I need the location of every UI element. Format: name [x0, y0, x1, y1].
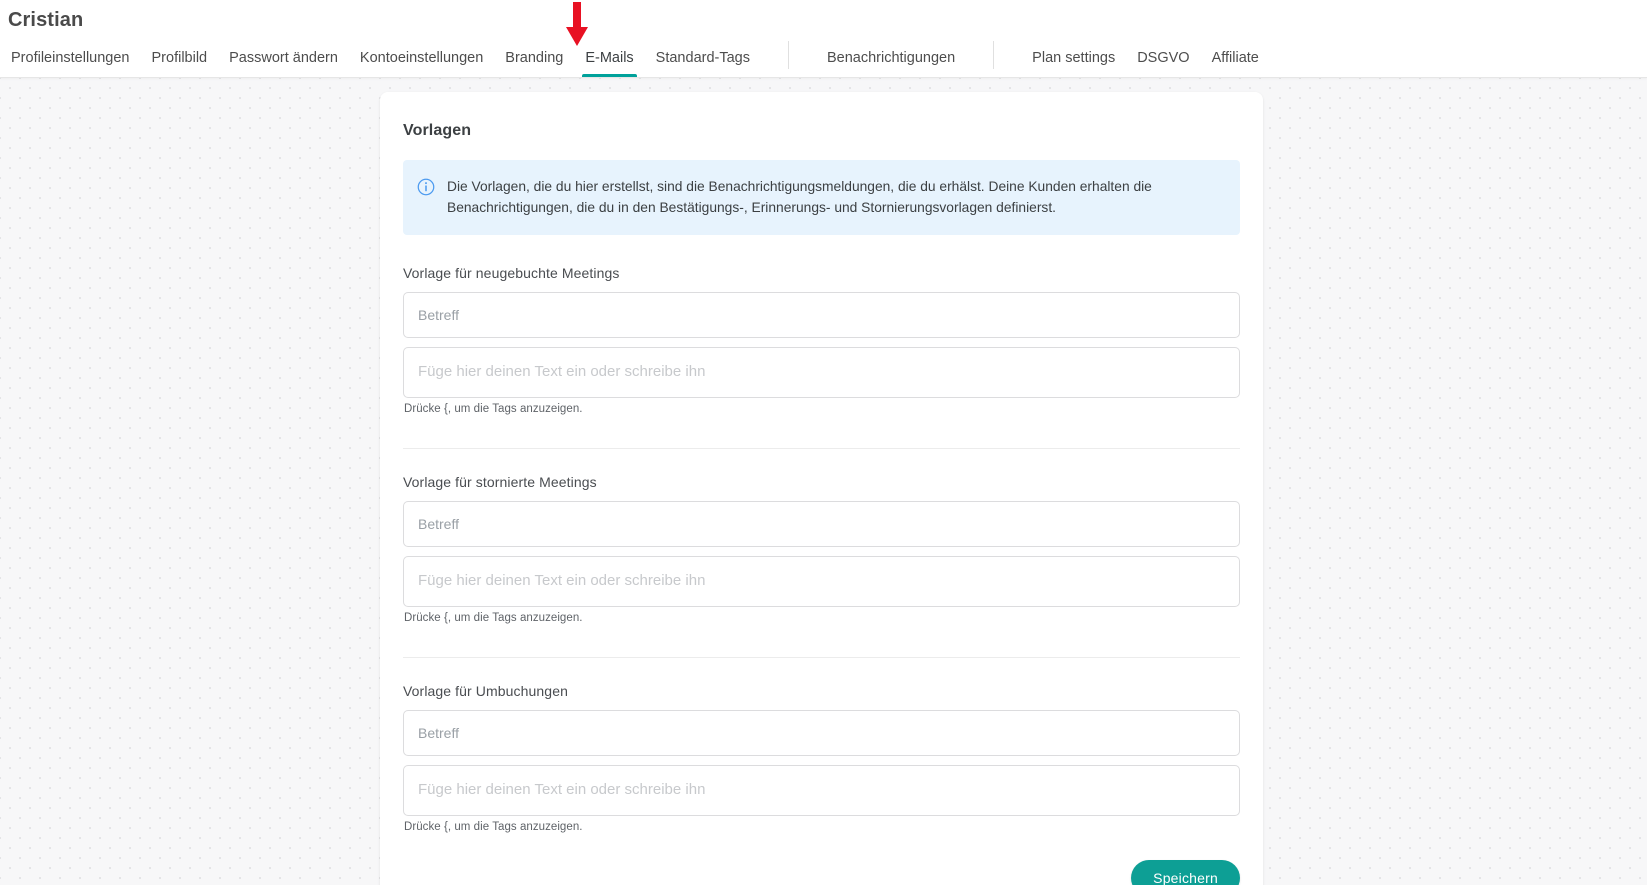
tab-emails[interactable]: E-Mails	[574, 50, 644, 77]
section-label: Vorlage für stornierte Meetings	[403, 474, 597, 490]
page-title: Cristian	[8, 9, 84, 31]
template-section-new-bookings: Vorlage für neugebuchte Meetings Drücke …	[403, 265, 1240, 449]
tab-profilbild[interactable]: Profilbild	[141, 50, 219, 77]
subject-input-new-bookings[interactable]	[403, 292, 1240, 338]
body-textarea-cancelled-meetings[interactable]	[403, 556, 1240, 607]
tab-label: Profileinstellungen	[11, 50, 130, 66]
templates-card: Vorlagen Die Vorlagen, die du hier erste…	[380, 92, 1263, 885]
subject-input-cancelled-meetings[interactable]	[403, 501, 1240, 547]
tab-label: Plan settings	[1032, 50, 1116, 66]
section-label: Vorlage für neugebuchte Meetings	[403, 265, 620, 281]
tags-hint: Drücke {, um die Tags anzuzeigen.	[404, 403, 583, 415]
tab-kontoeinstellungen[interactable]: Kontoeinstellungen	[349, 50, 494, 77]
body-textarea-new-bookings[interactable]	[403, 347, 1240, 398]
settings-tab-strip: Profileinstellungen Profilbild Passwort …	[0, 35, 1270, 77]
tab-affiliate[interactable]: Affiliate	[1201, 50, 1270, 77]
card-title: Vorlagen	[403, 122, 472, 139]
card-actions: Speichern	[403, 833, 1240, 885]
tab-passwort-aendern[interactable]: Passwort ändern	[218, 50, 349, 77]
body-textarea-rebookings[interactable]	[403, 765, 1240, 816]
tab-label: Benachrichtigungen	[826, 50, 956, 66]
app-header: Cristian Profileinstellungen Profilbild …	[0, 0, 1647, 78]
tags-hint: Drücke {, um die Tags anzuzeigen.	[404, 821, 583, 833]
save-button[interactable]: Speichern	[1131, 860, 1240, 885]
tab-standard-tags[interactable]: Standard-Tags	[645, 50, 761, 77]
tab-label: Kontoeinstellungen	[359, 50, 484, 66]
tab-dsgvo[interactable]: DSGVO	[1126, 50, 1200, 77]
page-background: Vorlagen Die Vorlagen, die du hier erste…	[0, 78, 1647, 885]
template-section-rebookings: Vorlage für Umbuchungen Drücke {, um die…	[403, 683, 1240, 833]
subject-input-rebookings[interactable]	[403, 710, 1240, 756]
tab-label: Profilbild	[151, 50, 208, 66]
tab-label: Branding	[505, 50, 564, 66]
info-alert: Die Vorlagen, die du hier erstellst, sin…	[403, 160, 1240, 235]
tab-group-divider	[787, 41, 789, 69]
tags-hint: Drücke {, um die Tags anzuzeigen.	[404, 612, 583, 624]
tab-label: Passwort ändern	[229, 50, 338, 66]
template-section-cancelled-meetings: Vorlage für stornierte Meetings Drücke {…	[403, 474, 1240, 658]
tab-label: DSGVO	[1137, 50, 1190, 66]
tab-label: Standard-Tags	[655, 50, 750, 66]
tab-label: E-Mails	[585, 50, 634, 66]
tab-branding[interactable]: Branding	[494, 50, 574, 77]
info-circle-icon	[417, 178, 435, 196]
info-alert-text: Die Vorlagen, die du hier erstellst, sin…	[447, 179, 1152, 215]
tab-plan-settings[interactable]: Plan settings	[1021, 50, 1126, 77]
tab-label: Affiliate	[1211, 50, 1259, 66]
section-label: Vorlage für Umbuchungen	[403, 683, 568, 699]
tab-profileinstellungen[interactable]: Profileinstellungen	[0, 50, 141, 77]
tab-group-divider	[993, 41, 995, 69]
tab-benachrichtigungen[interactable]: Benachrichtigungen	[816, 50, 966, 77]
